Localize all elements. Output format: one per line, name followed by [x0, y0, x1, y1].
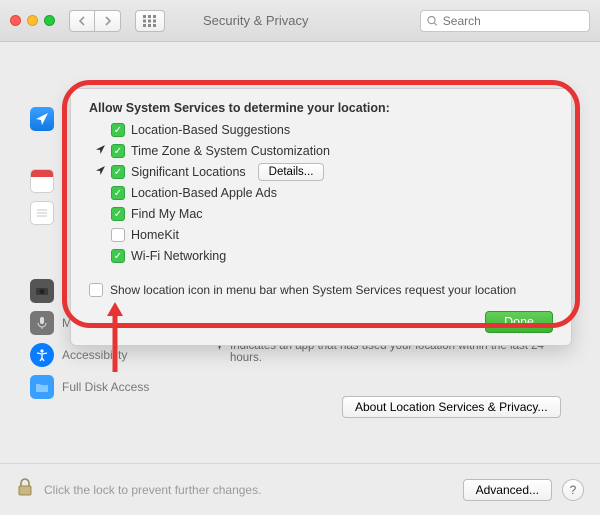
nav-buttons — [69, 10, 121, 32]
service-checkbox[interactable] — [111, 165, 125, 179]
advanced-button[interactable]: Advanced... — [463, 479, 552, 501]
right-info: Indicates an app that has used your loca… — [212, 334, 580, 418]
location-arrow-icon — [95, 166, 105, 178]
reminders-icon — [30, 201, 54, 225]
lock-icon[interactable] — [16, 477, 34, 502]
show-all-button[interactable] — [135, 10, 165, 32]
titlebar: Security & Privacy — [0, 0, 600, 42]
service-row: Significant Locations Details... — [95, 163, 553, 181]
service-row: Find My Mac — [95, 205, 553, 223]
show-location-label: Show location icon in menu bar when Syst… — [110, 283, 516, 297]
lock-text: Click the lock to prevent further change… — [44, 483, 453, 497]
service-label: Find My Mac — [131, 207, 203, 221]
search-icon — [427, 15, 438, 27]
service-row: Location-Based Suggestions — [95, 121, 553, 139]
grid-icon — [143, 15, 157, 27]
window-controls — [10, 15, 55, 26]
folder-icon — [30, 375, 54, 399]
sidebar-item-full-disk-access[interactable]: Full Disk Access — [26, 374, 196, 400]
microphone-icon — [30, 311, 54, 335]
show-location-icon-row: Show location icon in menu bar when Syst… — [89, 283, 553, 297]
details-button[interactable]: Details... — [258, 163, 325, 181]
forward-button[interactable] — [95, 10, 121, 32]
about-location-services-button[interactable]: About Location Services & Privacy... — [342, 396, 561, 418]
help-button[interactable]: ? — [562, 479, 584, 501]
services-list: Location-Based Suggestions Time Zone & Sy… — [95, 121, 553, 265]
service-row: Wi-Fi Networking — [95, 247, 553, 265]
service-checkbox[interactable] — [111, 249, 125, 263]
service-label: Time Zone & System Customization — [131, 144, 330, 158]
search-field[interactable] — [420, 10, 590, 32]
back-button[interactable] — [69, 10, 95, 32]
sidebar-item-label: Accessibility — [62, 348, 127, 362]
service-checkbox[interactable] — [111, 123, 125, 137]
show-location-checkbox[interactable] — [89, 283, 103, 297]
service-checkbox[interactable] — [111, 207, 125, 221]
accessibility-icon — [30, 343, 54, 367]
service-row: Time Zone & System Customization — [95, 142, 553, 160]
service-row: Location-Based Apple Ads — [95, 184, 553, 202]
location-icon — [30, 107, 54, 131]
zoom-window-button[interactable] — [44, 15, 55, 26]
service-label: Significant Locations — [131, 165, 246, 179]
system-services-sheet: Allow System Services to determine your … — [70, 88, 572, 346]
service-label: HomeKit — [131, 228, 179, 242]
camera-icon — [30, 279, 54, 303]
main-area: Location Services Microphone — [0, 42, 600, 463]
window-title: Security & Privacy — [203, 13, 308, 28]
search-input[interactable] — [443, 14, 583, 28]
chevron-right-icon — [104, 16, 112, 26]
close-window-button[interactable] — [10, 15, 21, 26]
location-arrow-icon — [95, 145, 105, 157]
sheet-heading: Allow System Services to determine your … — [89, 101, 553, 115]
bottom-bar: Click the lock to prevent further change… — [0, 463, 600, 515]
service-checkbox[interactable] — [111, 186, 125, 200]
chevron-left-icon — [78, 16, 86, 26]
sidebar-item-label: Full Disk Access — [62, 380, 149, 394]
service-label: Location-Based Suggestions — [131, 123, 290, 137]
service-label: Wi-Fi Networking — [131, 249, 226, 263]
service-label: Location-Based Apple Ads — [131, 186, 277, 200]
service-row: HomeKit — [95, 226, 553, 244]
service-checkbox[interactable] — [111, 144, 125, 158]
service-checkbox[interactable] — [111, 228, 125, 242]
done-button[interactable]: Done — [485, 311, 553, 333]
calendar-icon — [30, 169, 54, 193]
minimize-window-button[interactable] — [27, 15, 38, 26]
